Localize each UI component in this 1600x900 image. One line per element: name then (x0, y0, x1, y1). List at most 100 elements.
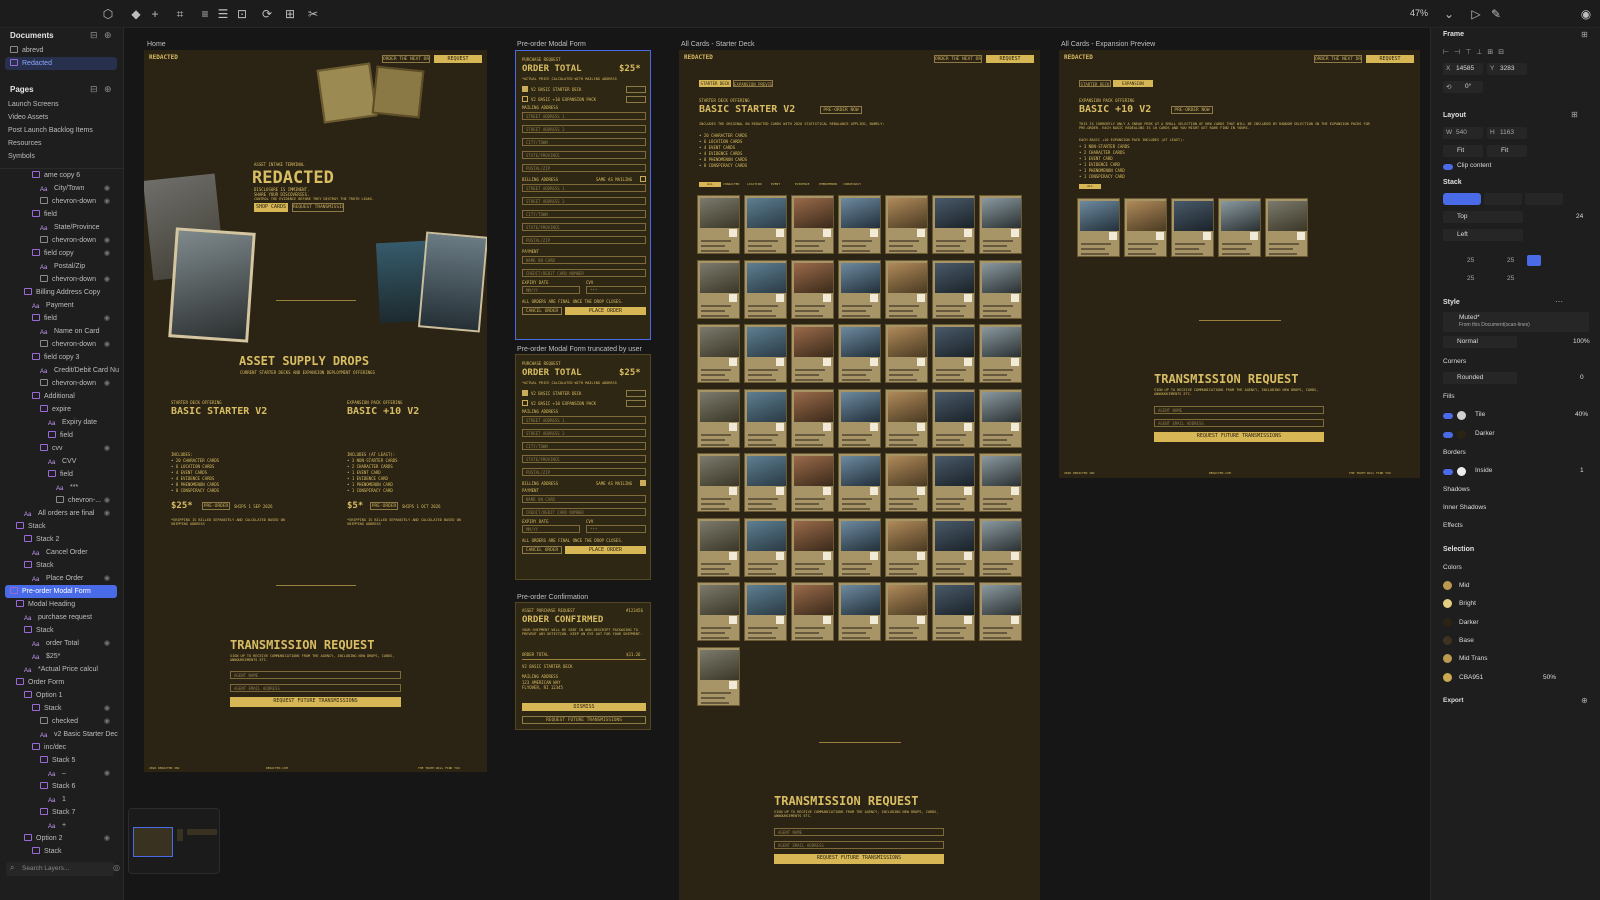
starter-card[interactable] (697, 324, 740, 383)
billing-input-street2[interactable]: STREET ADDRESS 2 (522, 197, 646, 205)
layer-item[interactable]: Aa 1 (0, 793, 124, 806)
layer-item[interactable]: chevron-... ◉ (0, 494, 124, 507)
padding-link-toggle[interactable] (1527, 255, 1541, 266)
same-as-mailing-checkbox[interactable] (640, 176, 646, 182)
layer-item[interactable]: field copy ◉ (0, 247, 124, 260)
padding-bottom[interactable]: 25 (1507, 275, 1514, 282)
expansion-filter-all[interactable]: ALL (1079, 184, 1101, 189)
sidebar-icon[interactable]: ⊟ (90, 84, 98, 95)
more-icon[interactable]: ⋯ (1555, 297, 1563, 306)
effects-heading[interactable]: Effects (1443, 522, 1463, 529)
expansion-preorder-button[interactable]: PRE-ORDER NOW (1171, 106, 1213, 114)
visibility-icon[interactable]: ◉ (104, 312, 110, 325)
document-item-selected[interactable]: Redacted (5, 57, 117, 70)
address-input-street2[interactable]: STREET ADDRESS 2 (522, 429, 646, 437)
width-fit-select[interactable]: Fit (1443, 145, 1483, 157)
nav-order-button[interactable]: ORDER THE NEXT DROP (1314, 55, 1362, 63)
layer-item[interactable]: expire (0, 403, 124, 416)
starter-card[interactable] (744, 259, 787, 319)
starter-card[interactable] (979, 453, 1022, 512)
preorder-modal-truncated[interactable]: PURCHASE REQUEST ORDER TOTAL $25* *ACTUAL P… (515, 354, 651, 580)
blend-mode-select[interactable]: Normal (1443, 336, 1517, 348)
y-field[interactable]: Y 3283 (1487, 63, 1527, 75)
starter-card[interactable] (791, 324, 834, 383)
fill1-swatch[interactable] (1457, 411, 1466, 420)
dismiss-button[interactable]: DISMISS (522, 703, 646, 711)
layer-item[interactable]: Aa All orders are final ◉ (0, 507, 124, 520)
billing-input-street1[interactable]: STREET ADDRESS 1 (522, 184, 646, 192)
starter-card[interactable] (979, 195, 1022, 254)
add-document-icon[interactable]: ⊕ (104, 30, 112, 41)
name-on-card-input[interactable]: NAME ON CARD (522, 256, 646, 264)
fill1-toggle[interactable] (1443, 413, 1453, 419)
fill2-toggle[interactable] (1443, 432, 1453, 438)
layer-item[interactable]: Stack (0, 845, 124, 858)
agent-name-input[interactable]: AGENT NAME (1154, 406, 1324, 414)
border-width[interactable]: 1 (1580, 467, 1584, 474)
deck-filter-evidence[interactable]: EVIDENCE (795, 182, 809, 186)
add-icon[interactable]: + (147, 6, 163, 22)
visibility-icon[interactable]: ◉ (104, 832, 110, 845)
starter-card[interactable] (979, 517, 1022, 577)
nav-order-button[interactable]: ORDER THE NEXT DROP (382, 55, 430, 63)
layer-item[interactable]: chevron-down ◉ (0, 338, 124, 351)
site-logo[interactable]: REDACTED (149, 54, 178, 61)
layer-item[interactable]: Aa Expiry date (0, 416, 124, 429)
color-swatch[interactable] (1443, 581, 1452, 590)
x-field[interactable]: X 14585 (1443, 63, 1483, 75)
layer-item[interactable]: Aa CVV (0, 455, 124, 468)
color-row[interactable]: CBA951 50% (1443, 672, 1589, 684)
deck-filter-phenomenon[interactable]: PHENOMENON (819, 182, 837, 186)
starter-card[interactable] (744, 324, 787, 383)
starter-card[interactable] (838, 195, 881, 254)
deck-filter-character[interactable]: CHARACTER (723, 182, 739, 186)
search-layers[interactable]: ⌕ Search Layers... ◎ (6, 862, 120, 876)
layer-item[interactable]: Option 2 ◉ (0, 832, 124, 845)
play-icon[interactable]: ▷ (1468, 6, 1484, 22)
visibility-icon[interactable]: ◉ (104, 637, 110, 650)
starter-card[interactable] (885, 259, 928, 319)
color-row[interactable]: Darker (1443, 617, 1589, 629)
starter-card[interactable] (885, 517, 928, 577)
layer-item[interactable]: Stack (0, 520, 124, 533)
cvv-input[interactable]: *** (586, 286, 646, 294)
visibility-icon[interactable]: ◉ (104, 702, 110, 715)
starter-card[interactable] (744, 195, 787, 254)
layer-item[interactable]: Aa Postal/Zip (0, 260, 124, 273)
address-input-street1[interactable]: STREET ADDRESS 1 (522, 112, 646, 120)
layer-item[interactable]: checked ◉ (0, 715, 124, 728)
starter-card[interactable] (697, 582, 740, 641)
minimap-viewport[interactable] (133, 827, 173, 857)
starter-card[interactable] (697, 646, 740, 706)
visibility-icon[interactable]: ◉ (104, 572, 110, 585)
width-field[interactable]: W 540 (1443, 127, 1483, 139)
layer-item[interactable]: Aa $25* (0, 650, 124, 663)
align-icons[interactable]: ⊢⊣⊤⊥⊞⊟ (1443, 48, 1509, 56)
agent-email-input[interactable]: AGENT EMAIL ADDRESS (230, 684, 401, 692)
gap-value[interactable]: 24 (1576, 213, 1583, 220)
layer-item[interactable]: Option 1 (0, 689, 124, 702)
tab-starter-deck[interactable]: STARTER DECK (1079, 80, 1111, 87)
place-order-button[interactable]: PLACE ORDER (565, 546, 646, 554)
align-left-select[interactable]: Left (1443, 229, 1523, 241)
layer-item[interactable]: Aa Credit/Debit Card Nu (0, 364, 124, 377)
site-logo[interactable]: REDACTED (684, 54, 713, 61)
starter-card[interactable] (932, 388, 975, 448)
billing-input-postal[interactable]: POSTAL/ZIP (522, 236, 646, 244)
address-input-state[interactable]: STATE/PROVINCE (522, 455, 646, 463)
starter-card[interactable] (791, 388, 834, 448)
border-swatch[interactable] (1457, 467, 1466, 476)
expansion-card[interactable] (1218, 198, 1261, 257)
color-row[interactable]: Base (1443, 635, 1589, 647)
stack-horizontal-button[interactable] (1484, 193, 1522, 205)
quantity-stepper[interactable] (626, 96, 646, 103)
request-future-button[interactable]: REQUEST FUTURE TRANSMISSIONS (230, 697, 401, 707)
visibility-icon[interactable]: ◉ (104, 234, 110, 247)
layer-item[interactable]: Stack 7 (0, 806, 124, 819)
corner-radius-value[interactable]: 0 (1580, 374, 1584, 381)
starter-card[interactable] (791, 195, 834, 254)
minimap[interactable] (128, 808, 220, 874)
visibility-icon[interactable]: ◉ (104, 507, 110, 520)
starter-card[interactable] (885, 453, 928, 512)
agent-name-input[interactable]: AGENT NAME (230, 671, 401, 679)
